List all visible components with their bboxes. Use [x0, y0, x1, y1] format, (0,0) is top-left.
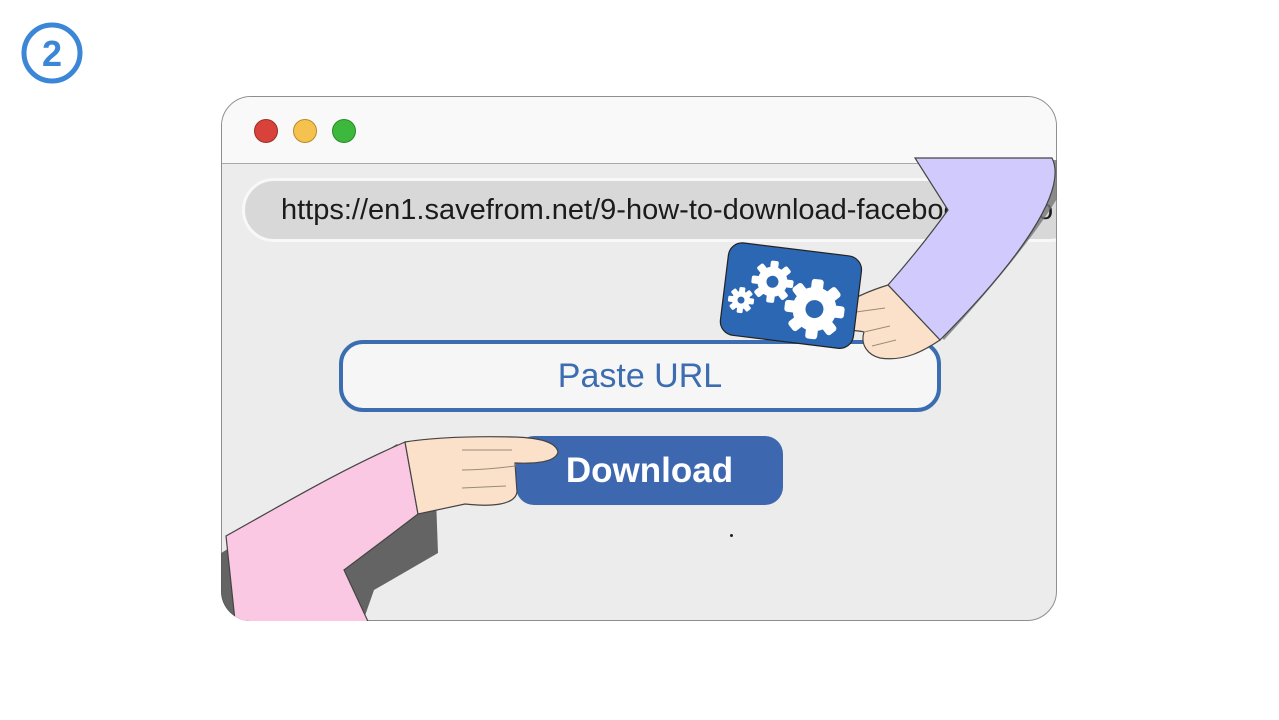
maximize-window-dot[interactable]	[332, 119, 356, 143]
download-button[interactable]: Download	[516, 436, 783, 505]
minimize-window-dot[interactable]	[293, 119, 317, 143]
decorative-dot	[730, 534, 733, 537]
address-url[interactable]: https://en1.savefrom.net/9-how-to-downlo…	[281, 194, 1053, 227]
close-window-dot[interactable]	[254, 119, 278, 143]
address-bar[interactable]: https://en1.savefrom.net/9-how-to-downlo…	[242, 178, 1056, 242]
step-number-badge: 2	[20, 21, 84, 85]
browser-title-bar	[222, 97, 1056, 164]
step-number: 2	[42, 33, 62, 74]
browser-window: https://en1.savefrom.net/9-how-to-downlo…	[221, 96, 1057, 621]
url-input[interactable]	[339, 340, 941, 412]
